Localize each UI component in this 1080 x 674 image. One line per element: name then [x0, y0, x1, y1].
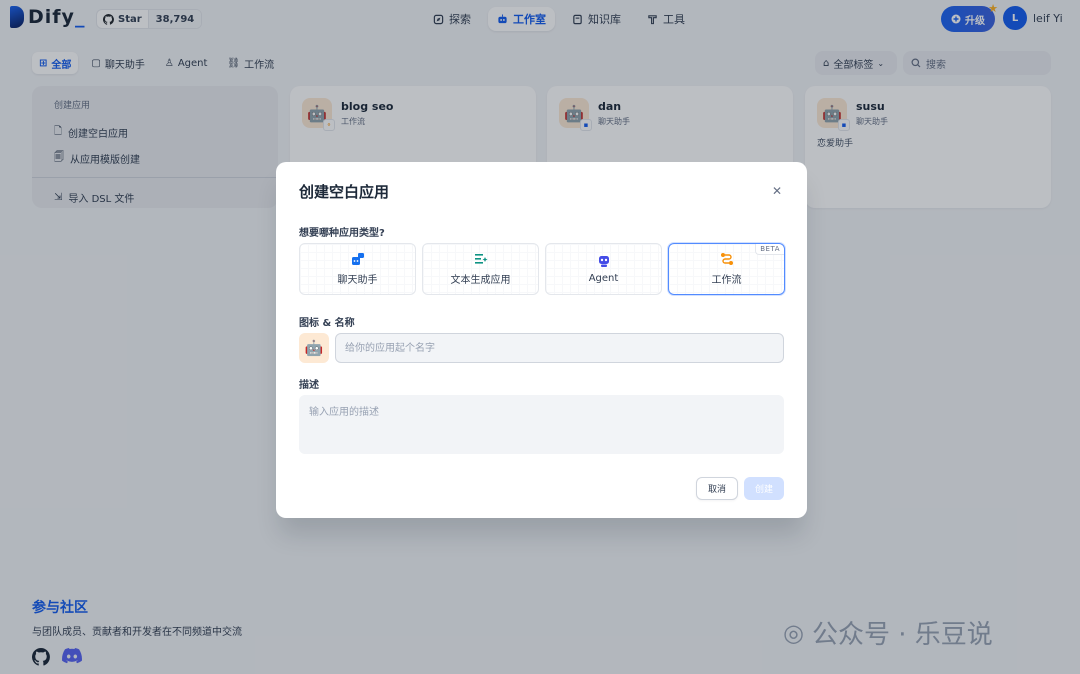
chat-assistant-icon [351, 253, 364, 265]
type-option-workflow[interactable]: BETA 工作流 [668, 243, 785, 295]
type-option-agent[interactable]: Agent [545, 243, 662, 295]
type-option-chat-assistant[interactable]: 聊天助手 [299, 243, 416, 295]
app-name-input[interactable] [335, 333, 784, 363]
text-generation-icon [474, 254, 487, 264]
agent-robot-icon [598, 256, 609, 267]
modal-title: 创建空白应用 [299, 183, 390, 201]
cancel-button[interactable]: 取消 [696, 477, 738, 500]
workflow-icon [720, 253, 733, 265]
description-label: 描述 [299, 380, 319, 391]
create-button[interactable]: 创建 [744, 477, 784, 500]
name-label: 图标 & 名称 [299, 318, 355, 329]
close-icon[interactable]: ✕ [772, 184, 782, 198]
app-icon-picker[interactable]: 🤖 [299, 333, 329, 363]
create-blank-app-modal: 创建空白应用 ✕ 想要哪种应用类型? 聊天助手 文本生成应用 Agent BET… [276, 162, 807, 518]
beta-badge: BETA [755, 244, 784, 255]
app-description-input[interactable] [299, 395, 784, 454]
type-question-label: 想要哪种应用类型? [299, 228, 385, 239]
app-type-selector: 聊天助手 文本生成应用 Agent BETA 工作流 [299, 243, 785, 295]
type-option-text-generation[interactable]: 文本生成应用 [422, 243, 539, 295]
